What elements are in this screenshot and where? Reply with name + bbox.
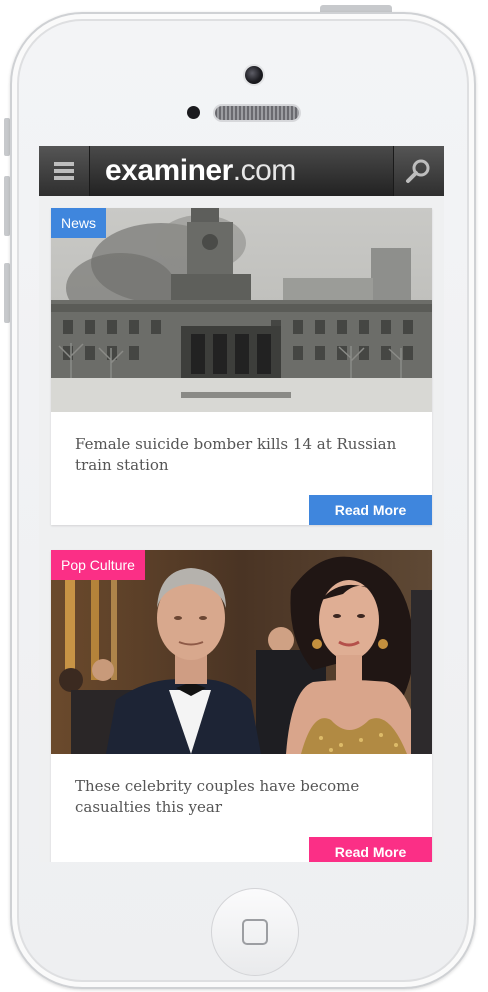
home-button[interactable]: [211, 888, 299, 976]
article-image[interactable]: [51, 208, 432, 412]
search-button[interactable]: [393, 146, 444, 196]
top-navigation-bar: examiner.com: [39, 146, 444, 196]
site-logo[interactable]: examiner.com: [105, 154, 296, 188]
article-image[interactable]: [51, 550, 432, 754]
logo-tld: .com: [232, 154, 297, 187]
menu-button[interactable]: [39, 146, 90, 196]
article-card[interactable]: News Female suicide bomber kills 14 at R…: [51, 208, 432, 525]
article-headline[interactable]: These celebrity couples have become casu…: [75, 776, 415, 818]
search-icon: [406, 159, 430, 183]
read-more-button[interactable]: Read More: [309, 495, 432, 525]
earpiece-speaker: [215, 106, 299, 120]
category-badge-news[interactable]: News: [51, 208, 107, 238]
article-headline[interactable]: Female suicide bomber kills 14 at Russia…: [75, 434, 415, 476]
logo-brand: examiner: [105, 154, 233, 187]
article-card[interactable]: Pop Culture These celebrity couples have…: [51, 550, 432, 862]
read-more-button[interactable]: Read More: [309, 837, 432, 862]
category-badge-pop-culture[interactable]: Pop Culture: [51, 550, 145, 580]
phone-screen: examiner.com News Female suicide bomber …: [39, 146, 444, 862]
front-camera: [245, 66, 263, 84]
home-button-icon: [242, 919, 268, 945]
proximity-sensor: [187, 106, 200, 119]
